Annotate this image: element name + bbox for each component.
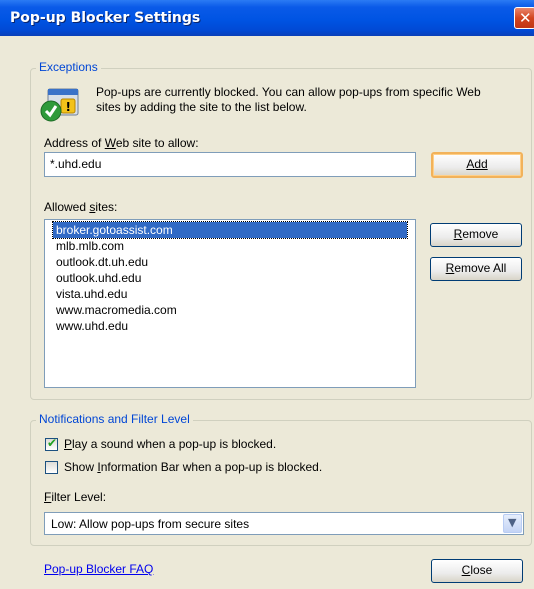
popup-blocker-faq-link[interactable]: Pop-up Blocker FAQ	[44, 562, 153, 576]
popup-blocker-dialog: Pop-up Blocker Settings ✕ Exceptions ! P…	[0, 0, 534, 589]
list-item[interactable]: outlook.dt.uh.edu	[45, 254, 415, 270]
filter-level-label: Filter Level:	[44, 490, 107, 504]
close-icon: ✕	[519, 9, 532, 27]
allowed-sites-label: Allowed sites:	[44, 200, 118, 214]
checkmark-icon: ✔	[47, 436, 58, 450]
remove-button[interactable]: Remove	[430, 223, 522, 247]
info-bar-checkbox[interactable]	[45, 461, 58, 474]
remove-all-button[interactable]: Remove All	[430, 257, 522, 281]
address-label: Address of Web site to allow:	[44, 136, 199, 150]
list-item[interactable]: mlb.mlb.com	[45, 238, 415, 254]
address-input[interactable]: *.uhd.edu	[44, 152, 416, 177]
add-button[interactable]: Add	[431, 152, 523, 178]
popup-blocked-icon: !	[40, 88, 79, 122]
filter-level-value: Low: Allow pop-ups from secure sites	[51, 517, 250, 531]
play-sound-label[interactable]: Play a sound when a pop-up is blocked.	[64, 437, 276, 451]
list-item[interactable]: vista.uhd.edu	[45, 286, 415, 302]
close-button[interactable]: Close	[431, 559, 523, 583]
allowed-sites-list[interactable]: broker.gotoassist.com mlb.mlb.com outloo…	[44, 219, 416, 388]
filter-level-select[interactable]: Low: Allow pop-ups from secure sites ▼	[44, 512, 524, 535]
title-bar[interactable]: Pop-up Blocker Settings ✕	[0, 0, 534, 36]
window-title: Pop-up Blocker Settings	[10, 10, 201, 26]
info-bar-label[interactable]: Show Information Bar when a pop-up is bl…	[64, 460, 322, 474]
info-text: Pop-ups are currently blocked. You can a…	[96, 85, 481, 114]
close-window-button[interactable]: ✕	[514, 7, 534, 29]
notifications-legend: Notifications and Filter Level	[36, 412, 193, 426]
exceptions-legend: Exceptions	[36, 60, 101, 74]
list-item[interactable]: outlook.uhd.edu	[45, 270, 415, 286]
list-item[interactable]: www.uhd.edu	[45, 318, 415, 334]
list-item[interactable]: www.macromedia.com	[45, 302, 415, 318]
list-item[interactable]: broker.gotoassist.com	[52, 221, 408, 239]
svg-text:!: !	[66, 100, 71, 114]
dropdown-button[interactable]: ▼	[503, 514, 522, 533]
play-sound-checkbox[interactable]: ✔	[45, 436, 58, 451]
chevron-down-icon: ▼	[508, 516, 517, 529]
